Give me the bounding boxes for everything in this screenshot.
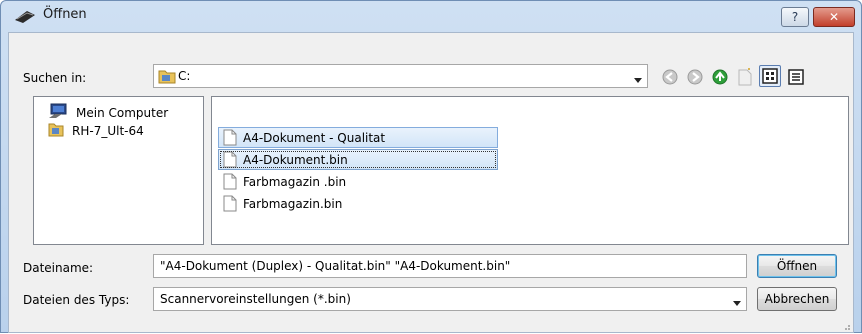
file-item[interactable]: Farbmagazin .bin — [218, 171, 498, 192]
title-bar[interactable]: Öffnen ? ✕ — [1, 1, 861, 31]
computer-icon — [48, 103, 68, 122]
place-item-user[interactable]: RH-7_Ult-64 — [48, 121, 144, 140]
place-label: Mein Computer — [76, 105, 169, 120]
file-icon — [223, 173, 237, 190]
file-item[interactable]: A4-Dokument.bin — [218, 149, 498, 170]
filename-label: Dateiname: — [23, 261, 94, 275]
forward-icon[interactable] — [685, 67, 705, 87]
file-item[interactable]: Farbmagazin.bin — [218, 193, 498, 214]
back-icon[interactable] — [660, 67, 680, 87]
resize-grip-icon[interactable] — [841, 320, 851, 330]
list-view-icon[interactable] — [786, 67, 806, 87]
help-button[interactable]: ? — [781, 7, 809, 27]
file-list-pane[interactable]: A4-Dokument - Qualitat A4-Dokument.bin F… — [211, 96, 849, 245]
places-pane[interactable]: Mein Computer RH-7_Ult-64 — [33, 96, 204, 245]
place-item-my-computer[interactable]: Mein Computer — [48, 103, 168, 122]
close-button[interactable]: ✕ — [813, 7, 855, 27]
file-icon — [223, 129, 237, 146]
drive-folder-icon — [158, 68, 176, 87]
open-dialog: Öffnen ? ✕ Suchen in: C: Mein Computer R… — [0, 0, 862, 333]
filename-value: "A4-Dokument (Duplex) - Qualitat.bin" "A… — [160, 259, 511, 273]
file-item[interactable]: A4-Dokument - Qualitat — [218, 127, 498, 148]
look-in-value: C: — [178, 69, 191, 83]
open-button[interactable]: Öffnen — [757, 254, 837, 278]
file-name: A4-Dokument.bin — [243, 152, 348, 167]
file-name: Farbmagazin.bin — [243, 196, 343, 211]
filetype-dropdown[interactable]: Scannervoreinstellungen (*.bin) — [153, 287, 747, 311]
chevron-down-icon[interactable] — [634, 73, 642, 83]
filename-input[interactable]: "A4-Dokument (Duplex) - Qualitat.bin" "A… — [153, 254, 747, 278]
filetype-label: Dateien des Typs: — [23, 293, 130, 307]
file-name: Farbmagazin .bin — [243, 174, 347, 189]
up-folder-icon[interactable] — [710, 67, 730, 87]
dialog-body: Suchen in: C: Mein Computer RH-7_Ult-64 … — [8, 32, 854, 333]
place-label: RH-7_Ult-64 — [72, 123, 144, 138]
look-in-dropdown[interactable]: C: — [153, 64, 648, 88]
scanner-icon — [13, 7, 37, 25]
file-icon — [223, 195, 237, 212]
filetype-value: Scannervoreinstellungen (*.bin) — [160, 292, 351, 306]
file-name: A4-Dokument - Qualitat — [243, 130, 386, 145]
icon-view-icon[interactable] — [759, 65, 781, 87]
new-folder-icon[interactable] — [735, 67, 755, 87]
user-folder-icon — [48, 121, 64, 140]
window-title: Öffnen — [43, 7, 87, 22]
chevron-down-icon[interactable] — [733, 296, 741, 306]
look-in-label: Suchen in: — [23, 71, 87, 85]
cancel-button[interactable]: Abbrechen — [757, 287, 837, 311]
file-icon — [223, 151, 237, 168]
